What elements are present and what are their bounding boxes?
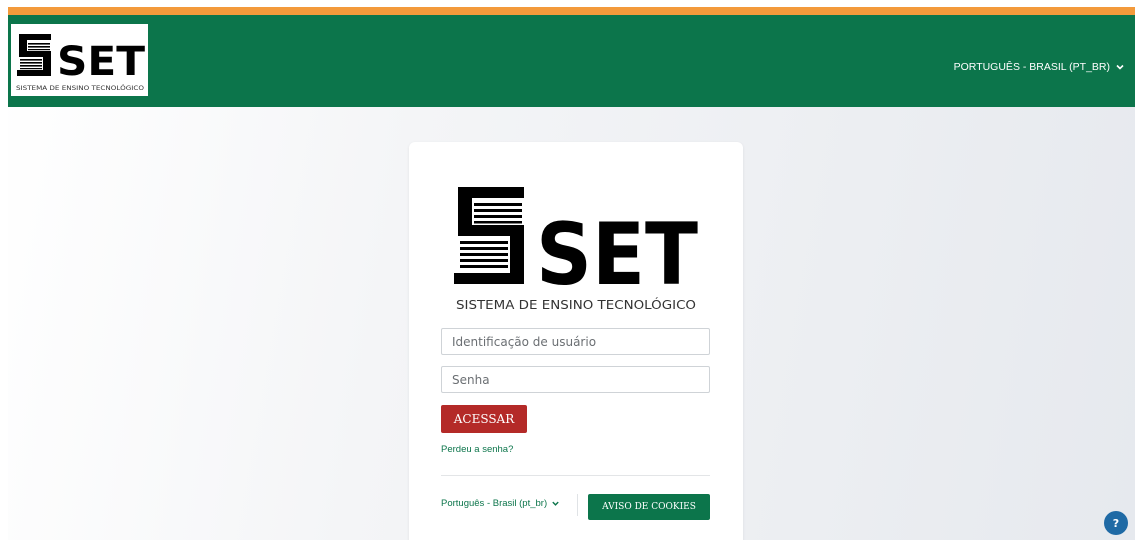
question-icon: ? bbox=[1112, 516, 1120, 530]
forgot-password-link[interactable]: Perdeu a senha? bbox=[441, 444, 513, 455]
language-menu-label: PORTUGUÊS - BRASIL (PT_BR) bbox=[953, 61, 1110, 73]
chevron-down-icon bbox=[552, 501, 559, 506]
language-select[interactable]: Português - Brasil (pt_br) bbox=[441, 498, 560, 509]
logo-wordmark: SET bbox=[57, 39, 146, 85]
top-accent-stripe bbox=[8, 7, 1135, 15]
language-menu[interactable]: PORTUGUÊS - BRASIL (PT_BR) bbox=[954, 61, 1125, 73]
login-button[interactable]: ACESSAR bbox=[441, 405, 527, 433]
login-card: SET SISTEMA DE ENSINO TECNOLÓGICO ACESSA… bbox=[409, 142, 743, 540]
logo-subtitle: SISTEMA DE ENSINO TECNOLÓGICO bbox=[456, 297, 696, 310]
cookies-notice-button[interactable]: AVISO DE COOKIES bbox=[588, 494, 710, 520]
logo-wordmark: SET bbox=[536, 205, 698, 305]
page-background: SET SISTEMA DE ENSINO TECNOLÓGICO PORTUG… bbox=[8, 7, 1135, 540]
language-select-label: Português - Brasil (pt_br) bbox=[441, 498, 548, 509]
chevron-down-icon bbox=[1116, 64, 1124, 70]
username-field[interactable] bbox=[441, 328, 710, 355]
help-button[interactable]: ? bbox=[1104, 511, 1128, 535]
logo-subtitle: SISTEMA DE ENSINO TECNOLÓGICO bbox=[16, 83, 144, 92]
footer-separator bbox=[577, 494, 578, 516]
set-logo-icon: SET SISTEMA DE ENSINO TECNOLÓGICO bbox=[16, 34, 146, 92]
navbar-logo[interactable]: SET SISTEMA DE ENSINO TECNOLÓGICO bbox=[11, 24, 148, 96]
password-field[interactable] bbox=[441, 366, 710, 393]
navbar: SET SISTEMA DE ENSINO TECNOLÓGICO PORTUG… bbox=[8, 15, 1135, 107]
divider bbox=[441, 475, 710, 476]
set-logo-icon: SET SISTEMA DE ENSINO TECNOLÓGICO bbox=[454, 187, 698, 310]
